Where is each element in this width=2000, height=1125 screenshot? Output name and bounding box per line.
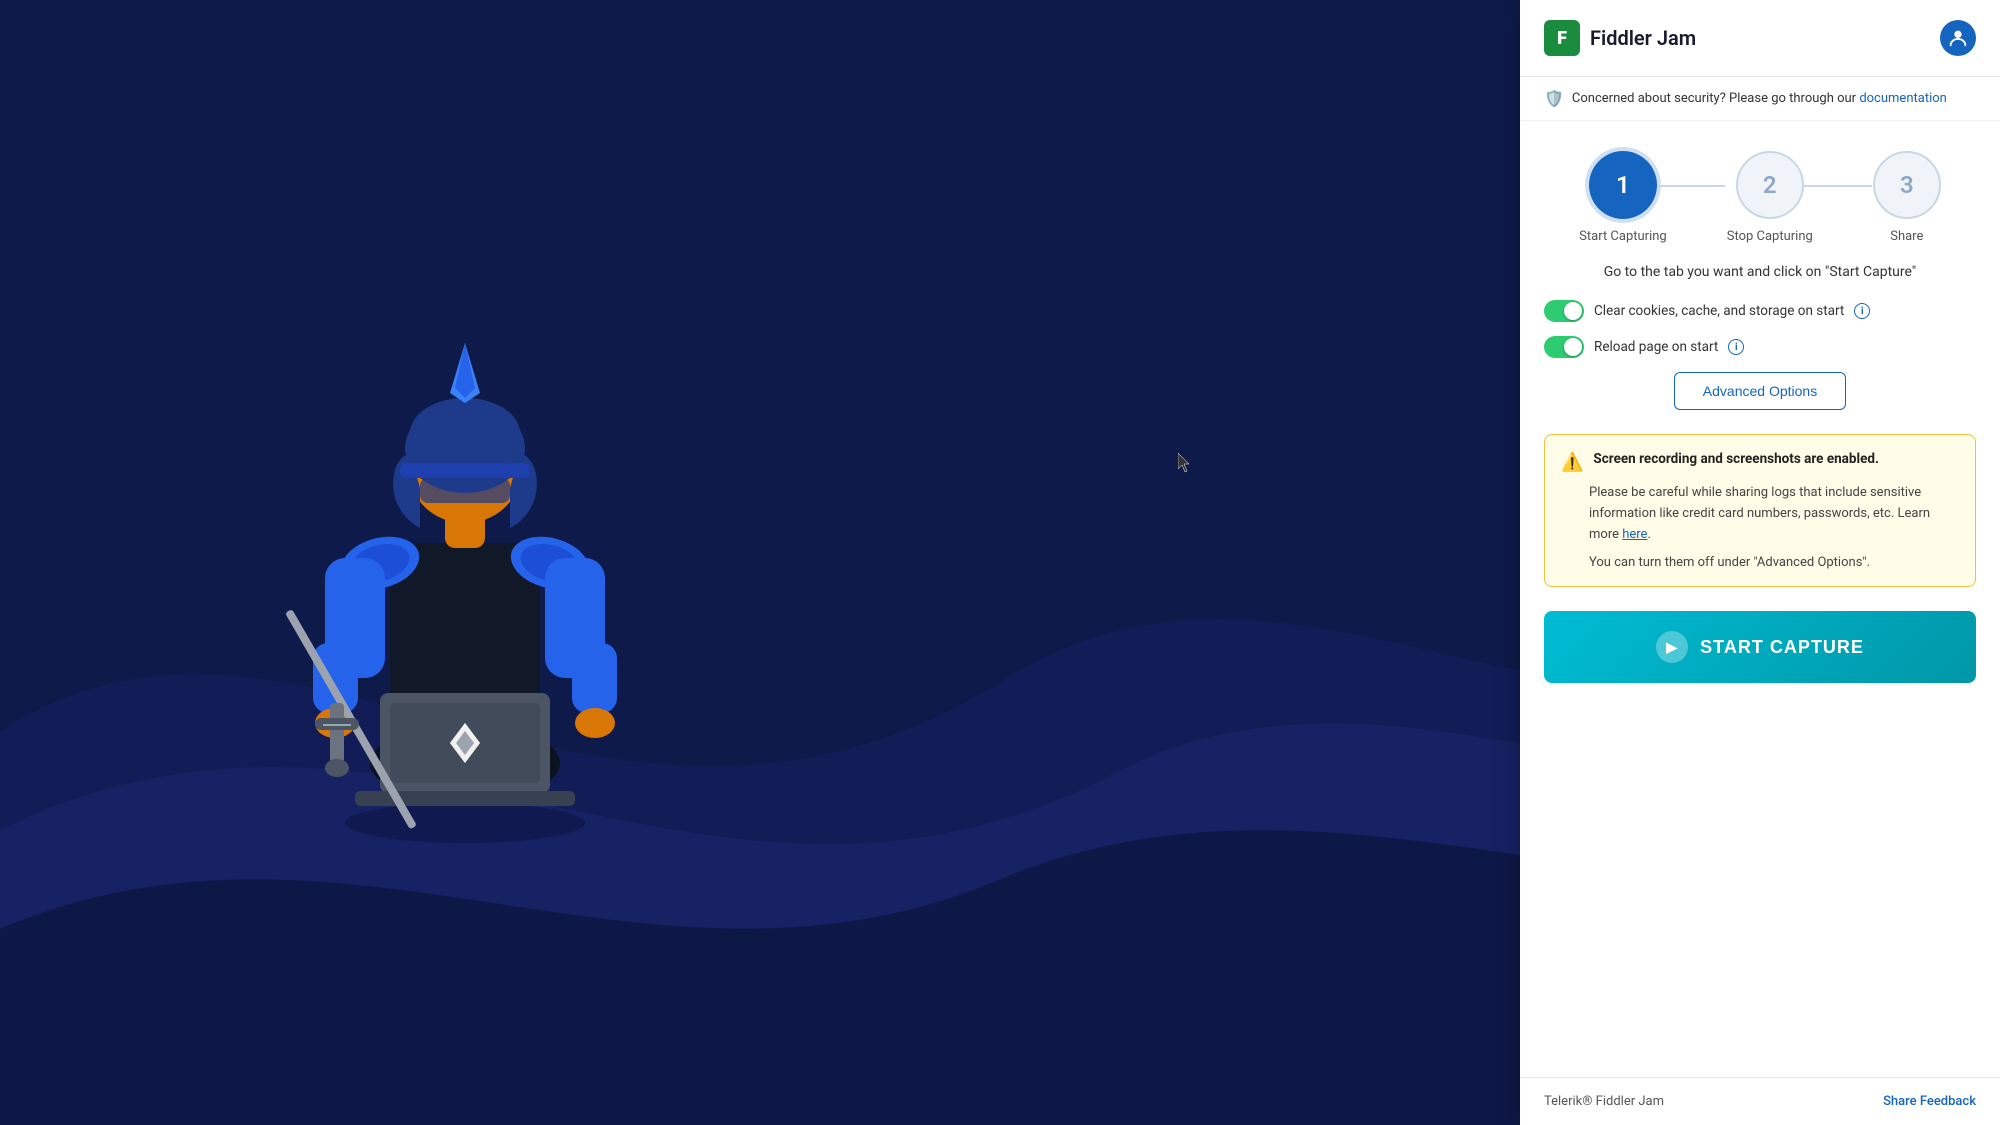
documentation-link[interactable]: documentation xyxy=(1859,91,1947,106)
panel-content: Go to the tab you want and click on "Sta… xyxy=(1520,264,2000,1077)
brand-label: Telerik® Fiddler Jam xyxy=(1544,1094,1664,1109)
warning-title: Screen recording and screenshots are ena… xyxy=(1593,451,1878,467)
step-1-label: Start Capturing xyxy=(1579,229,1667,244)
step-3-circle: 3 xyxy=(1873,151,1941,219)
step-1: 1 Start Capturing xyxy=(1579,151,1667,244)
reload-page-toggle-row: Reload page on start i xyxy=(1544,336,1976,358)
step-connector-2 xyxy=(1813,151,1873,244)
reload-page-toggle[interactable] xyxy=(1544,336,1584,358)
panel-header: F Fiddler Jam xyxy=(1520,0,2000,77)
header-left: F Fiddler Jam xyxy=(1544,20,1696,56)
main-panel: F Fiddler Jam 🛡️ Concerned about securit… xyxy=(1520,0,2000,1125)
advanced-options-button[interactable]: Advanced Options xyxy=(1674,372,1846,410)
start-capture-label: START CAPTURE xyxy=(1700,637,1864,658)
security-banner: 🛡️ Concerned about security? Please go t… xyxy=(1520,77,2000,121)
start-capture-button[interactable]: ▶ START CAPTURE xyxy=(1544,611,1976,683)
panel-title: Fiddler Jam xyxy=(1590,26,1696,50)
warning-box: ⚠️ Screen recording and screenshots are … xyxy=(1544,434,1976,587)
step-2-circle: 2 xyxy=(1736,151,1804,219)
clear-cookies-info-icon[interactable]: i xyxy=(1854,303,1870,319)
reload-page-label: Reload page on start xyxy=(1594,339,1718,355)
instruction-text: Go to the tab you want and click on "Sta… xyxy=(1544,264,1976,280)
warning-here-link[interactable]: here xyxy=(1622,527,1647,542)
steps-container: 1 Start Capturing 2 Stop Capturing 3 Sha… xyxy=(1520,121,2000,264)
clear-cookies-label: Clear cookies, cache, and storage on sta… xyxy=(1594,303,1844,319)
samurai-illustration xyxy=(0,0,930,1125)
user-account-icon[interactable] xyxy=(1940,20,1976,56)
warning-header: ⚠️ Screen recording and screenshots are … xyxy=(1561,451,1959,473)
shield-warning-icon: 🛡️ xyxy=(1544,89,1564,108)
reload-page-info-icon[interactable]: i xyxy=(1728,339,1744,355)
clear-cookies-toggle-row: Clear cookies, cache, and storage on sta… xyxy=(1544,300,1976,322)
panel-footer: Telerik® Fiddler Jam Share Feedback xyxy=(1520,1077,2000,1125)
warning-triangle-icon: ⚠️ xyxy=(1561,452,1583,473)
play-icon: ▶ xyxy=(1656,631,1688,663)
security-text: Concerned about security? Please go thro… xyxy=(1572,91,1947,106)
step-2-label: Stop Capturing xyxy=(1727,229,1813,244)
share-feedback-link[interactable]: Share Feedback xyxy=(1883,1094,1976,1109)
step-3-label: Share xyxy=(1890,229,1923,244)
warning-note: You can turn them off under "Advanced Op… xyxy=(1561,555,1959,570)
step-connector-1 xyxy=(1667,151,1727,244)
step-1-circle: 1 xyxy=(1589,151,1657,219)
clear-cookies-toggle[interactable] xyxy=(1544,300,1584,322)
fiddler-logo: F xyxy=(1544,20,1580,56)
step-2: 2 Stop Capturing xyxy=(1727,151,1813,244)
warning-body: Please be careful while sharing logs tha… xyxy=(1561,483,1959,545)
step-3: 3 Share xyxy=(1873,151,1941,244)
